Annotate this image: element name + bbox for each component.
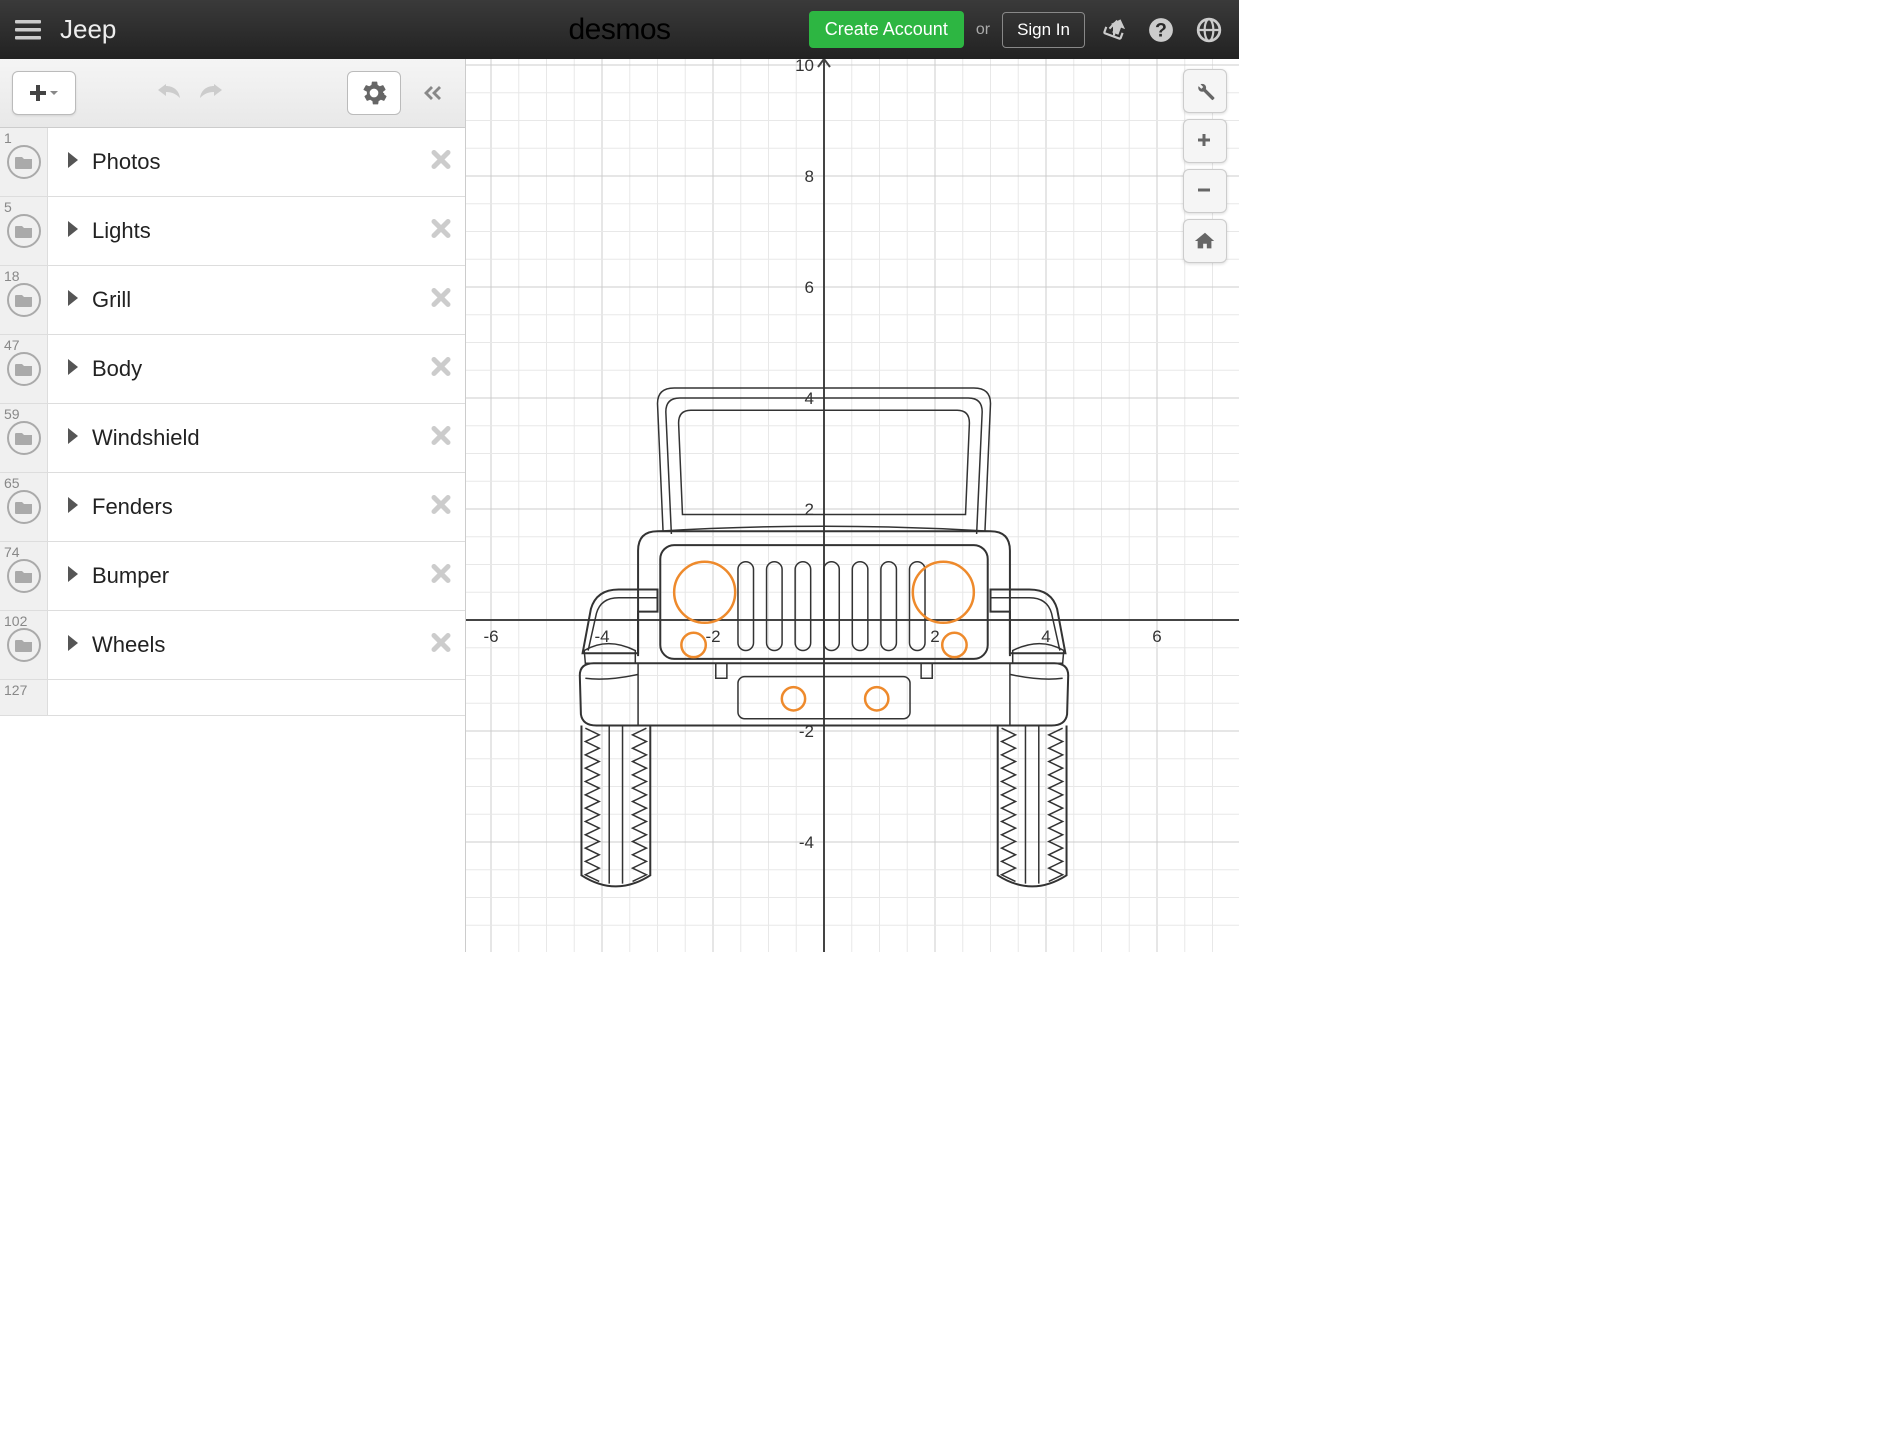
folder-icon[interactable] (7, 421, 41, 455)
folder-icon[interactable] (7, 283, 41, 317)
row-number: 59 (4, 406, 20, 422)
svg-text:6: 6 (1152, 627, 1161, 646)
row-content: Wheels (48, 632, 465, 658)
chevron-right-icon[interactable] (66, 635, 78, 656)
folder-row[interactable]: 47 Body (0, 335, 465, 404)
chevron-right-icon[interactable] (66, 359, 78, 380)
row-content: Windshield (48, 425, 465, 451)
zoom-in-icon[interactable] (1183, 119, 1227, 163)
close-icon[interactable] (429, 286, 453, 315)
chevron-right-icon[interactable] (66, 221, 78, 242)
row-number: 127 (4, 682, 27, 698)
add-expression-button[interactable] (12, 71, 76, 115)
svg-text:?: ? (1155, 19, 1167, 41)
svg-text:-2: -2 (705, 627, 720, 646)
row-number: 102 (4, 613, 27, 629)
chevron-right-icon[interactable] (66, 566, 78, 587)
language-icon[interactable] (1189, 10, 1229, 50)
row-content: Lights (48, 218, 465, 244)
graph-controls (1183, 69, 1227, 263)
main-content: 1 Photos 5 Lights 18 (0, 59, 1239, 952)
row-number: 1 (4, 130, 12, 146)
row-number: 5 (4, 199, 12, 215)
zoom-out-icon[interactable] (1183, 169, 1227, 213)
close-icon[interactable] (429, 424, 453, 453)
svg-text:2: 2 (805, 500, 814, 519)
folder-name[interactable]: Wheels (92, 632, 165, 658)
folder-name[interactable]: Photos (92, 149, 161, 175)
share-icon[interactable] (1093, 10, 1133, 50)
folder-name[interactable]: Grill (92, 287, 131, 313)
folder-row[interactable]: 74 Bumper (0, 542, 465, 611)
row-number: 47 (4, 337, 20, 353)
folder-name[interactable]: Lights (92, 218, 151, 244)
create-account-button[interactable]: Create Account (809, 11, 964, 48)
wrench-icon[interactable] (1183, 69, 1227, 113)
svg-text:6: 6 (805, 278, 814, 297)
folder-name[interactable]: Body (92, 356, 142, 382)
folder-name[interactable]: Windshield (92, 425, 200, 451)
folder-row[interactable]: 102 Wheels (0, 611, 465, 680)
empty-row[interactable]: 127 (0, 680, 465, 716)
row-content: Fenders (48, 494, 465, 520)
chevron-right-icon[interactable] (66, 497, 78, 518)
svg-text:2: 2 (930, 627, 939, 646)
close-icon[interactable] (429, 148, 453, 177)
row-number: 65 (4, 475, 20, 491)
row-content: Photos (48, 149, 465, 175)
close-icon[interactable] (429, 355, 453, 384)
help-icon[interactable]: ? (1141, 10, 1181, 50)
graph-area[interactable]: -6-4-2246-4-2246810 (466, 59, 1239, 952)
chevron-right-icon[interactable] (66, 152, 78, 173)
folder-row[interactable]: 18 Grill (0, 266, 465, 335)
row-content: Body (48, 356, 465, 382)
close-icon[interactable] (429, 631, 453, 660)
graph-title[interactable]: Jeep (60, 14, 116, 45)
svg-text:-4: -4 (799, 833, 814, 852)
sidebar-toolbar (0, 59, 465, 128)
graph-settings-button[interactable] (347, 71, 401, 115)
collapse-sidebar-icon[interactable] (409, 71, 453, 115)
folder-row[interactable]: 59 Windshield (0, 404, 465, 473)
folder-row[interactable]: 65 Fenders (0, 473, 465, 542)
row-number: 18 (4, 268, 20, 284)
close-icon[interactable] (429, 562, 453, 591)
folder-row[interactable]: 5 Lights (0, 197, 465, 266)
folder-icon[interactable] (7, 145, 41, 179)
close-icon[interactable] (429, 493, 453, 522)
folder-icon[interactable] (7, 214, 41, 248)
row-number: 74 (4, 544, 20, 560)
expression-list: 1 Photos 5 Lights 18 (0, 128, 465, 952)
svg-text:10: 10 (795, 59, 814, 75)
folder-icon[interactable] (7, 559, 41, 593)
folder-name[interactable]: Bumper (92, 563, 169, 589)
undo-redo-group (156, 80, 224, 107)
chevron-right-icon[interactable] (66, 290, 78, 311)
svg-text:-6: -6 (483, 627, 498, 646)
home-icon[interactable] (1183, 219, 1227, 263)
expression-sidebar: 1 Photos 5 Lights 18 (0, 59, 466, 952)
svg-text:8: 8 (805, 167, 814, 186)
row-content: Bumper (48, 563, 465, 589)
header-actions: Create Account or Sign In ? (809, 10, 1229, 50)
row-content: Grill (48, 287, 465, 313)
folder-icon[interactable] (7, 352, 41, 386)
folder-icon[interactable] (7, 628, 41, 662)
folder-name[interactable]: Fenders (92, 494, 173, 520)
desmos-logo: desmos (568, 13, 670, 47)
menu-icon[interactable] (0, 0, 55, 59)
close-icon[interactable] (429, 217, 453, 246)
redo-icon[interactable] (196, 80, 224, 107)
folder-row[interactable]: 1 Photos (0, 128, 465, 197)
or-text: or (976, 21, 990, 39)
folder-icon[interactable] (7, 490, 41, 524)
app-header: Jeep desmos Create Account or Sign In ? (0, 0, 1239, 59)
chevron-right-icon[interactable] (66, 428, 78, 449)
undo-icon[interactable] (156, 80, 184, 107)
sign-in-button[interactable]: Sign In (1002, 12, 1085, 48)
graph-canvas[interactable]: -6-4-2246-4-2246810 (466, 59, 1239, 952)
